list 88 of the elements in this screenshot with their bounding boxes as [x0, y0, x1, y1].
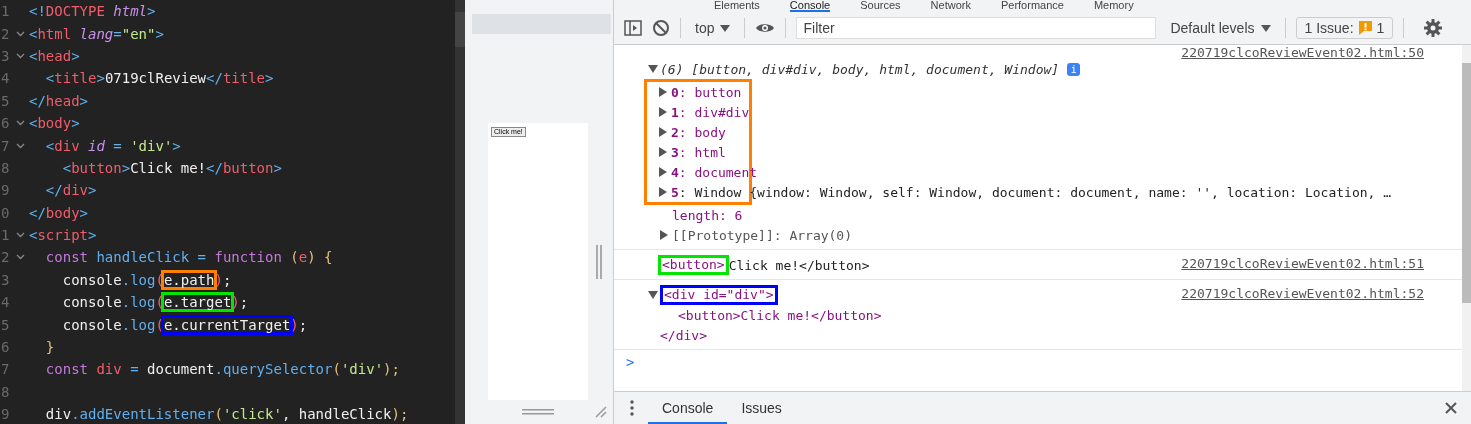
- eye-icon[interactable]: [755, 22, 776, 34]
- line-number: 3: [0, 47, 11, 64]
- source-link[interactable]: 220719clcoReviewEvent02.html:51: [1181, 256, 1424, 272]
- property-entry: length: 6: [672, 207, 743, 223]
- line-number: 5: [0, 92, 11, 109]
- scrollbar[interactable]: [1462, 45, 1471, 391]
- element-line: </div>: [660, 327, 707, 343]
- line-number: 9: [0, 182, 11, 199]
- code-text: </div>: [44, 182, 97, 199]
- source-link[interactable]: 220719clcoReviewEvent02.html:50: [1181, 45, 1424, 61]
- element-line: <button>Click me!</button>: [678, 307, 882, 323]
- line-number: 7: [0, 137, 11, 154]
- chevron-down-icon[interactable]: [15, 52, 25, 59]
- line-number: 6: [0, 115, 11, 132]
- line-number: 7: [0, 361, 11, 378]
- chevron-down-icon[interactable]: [15, 142, 25, 149]
- block-icon[interactable]: [652, 19, 670, 37]
- line-number: 8: [0, 159, 11, 176]
- code-text: <button>Click me!</button>: [61, 159, 282, 176]
- line-number: 1: [0, 227, 11, 244]
- code-text: <!DOCTYPE html>: [29, 3, 156, 20]
- scrollbar[interactable]: [455, 0, 465, 424]
- line-number: 0: [0, 204, 11, 221]
- triangle-down-icon[interactable]: [648, 65, 660, 73]
- settings-icon[interactable]: [1424, 19, 1443, 37]
- resize-icon[interactable]: [593, 404, 607, 418]
- devtools-tab[interactable]: Memory: [1093, 0, 1134, 12]
- drawer-tab[interactable]: Issues: [727, 392, 796, 424]
- devtools-tab[interactable]: Sources: [860, 0, 901, 12]
- line-number: 4: [0, 294, 11, 311]
- line-number: 4: [0, 70, 11, 87]
- property-entry: 3: html: [671, 144, 726, 160]
- devtools-tab[interactable]: Network: [930, 0, 971, 12]
- code-text: }: [44, 339, 55, 356]
- caret-icon: [1260, 24, 1271, 32]
- line-number: 9: [0, 406, 11, 423]
- triangle-down-icon[interactable]: [648, 291, 660, 299]
- devtools-tab[interactable]: Performance: [1000, 0, 1064, 12]
- property-entry: [[Prototype]]: Array(0): [672, 227, 852, 243]
- drag-handle-icon[interactable]: [522, 409, 554, 415]
- array-summary: (6) [button, div#div, body, html, document, Window]: [660, 61, 1060, 77]
- chevron-down-icon[interactable]: [15, 120, 25, 127]
- code-text: const div = document.querySelector('div');: [44, 361, 400, 378]
- code-text: <title>0719clReview</title>: [44, 70, 274, 87]
- code-text: <div id = 'div'>: [44, 137, 181, 154]
- close-icon[interactable]: [1445, 402, 1457, 414]
- property-entry: 0: button: [671, 84, 742, 100]
- line-number: 8: [0, 383, 11, 400]
- levels-dropdown[interactable]: Default levels: [1166, 20, 1275, 36]
- chevron-down-icon[interactable]: [15, 232, 25, 239]
- line-number: 2: [0, 249, 11, 266]
- caret-icon: [720, 24, 731, 32]
- prompt-icon[interactable]: >: [626, 354, 635, 370]
- splitter-handle[interactable]: [596, 245, 602, 279]
- warning-icon: [1358, 21, 1372, 35]
- highlight-box: e.target: [160, 292, 235, 313]
- devtools-tab[interactable]: Elements: [714, 0, 760, 12]
- code-text: </body>: [29, 204, 88, 221]
- highlight-box: e.path: [160, 269, 218, 290]
- code-text: <script>: [29, 227, 97, 244]
- more-icon[interactable]: [630, 400, 634, 416]
- chevron-down-icon[interactable]: [15, 30, 25, 37]
- source-link[interactable]: 220719clcoReviewEvent02.html:52: [1181, 286, 1424, 302]
- highlight-box: <button>: [658, 255, 729, 275]
- line-number: 5: [0, 316, 11, 333]
- code-text: const handleClick = function (e) {: [44, 249, 333, 266]
- code-text: <html lang="en">: [29, 25, 164, 42]
- filter-field[interactable]: Filter: [796, 17, 1157, 39]
- code-text: </head>: [29, 92, 88, 109]
- sidebar-toggle-icon[interactable]: [624, 20, 642, 36]
- chevron-down-icon[interactable]: [15, 254, 25, 261]
- line-number: 2: [0, 25, 11, 42]
- line-number: 1: [0, 3, 11, 20]
- line-number: 6: [0, 339, 11, 356]
- highlight-box: <div id="div">: [660, 285, 778, 305]
- code-text: <body>: [29, 115, 80, 132]
- triangle-right-icon[interactable]: [660, 230, 668, 240]
- property-entry: 2: body: [671, 124, 726, 140]
- drawer-tab[interactable]: Console: [648, 392, 728, 424]
- issues-button[interactable]: 1 Issue: 1: [1295, 17, 1394, 39]
- info-badge[interactable]: i: [1067, 62, 1081, 76]
- code-text: <head>: [29, 47, 80, 64]
- element-text: Click me!</button>: [728, 257, 870, 273]
- highlight-box: e.currentTarget: [160, 314, 294, 335]
- context-dropdown[interactable]: top: [691, 20, 735, 36]
- property-entry: 1: div#div: [671, 104, 750, 120]
- line-number: 3: [0, 271, 11, 288]
- code-text: div.addEventListener('click', handleClick);: [44, 406, 409, 423]
